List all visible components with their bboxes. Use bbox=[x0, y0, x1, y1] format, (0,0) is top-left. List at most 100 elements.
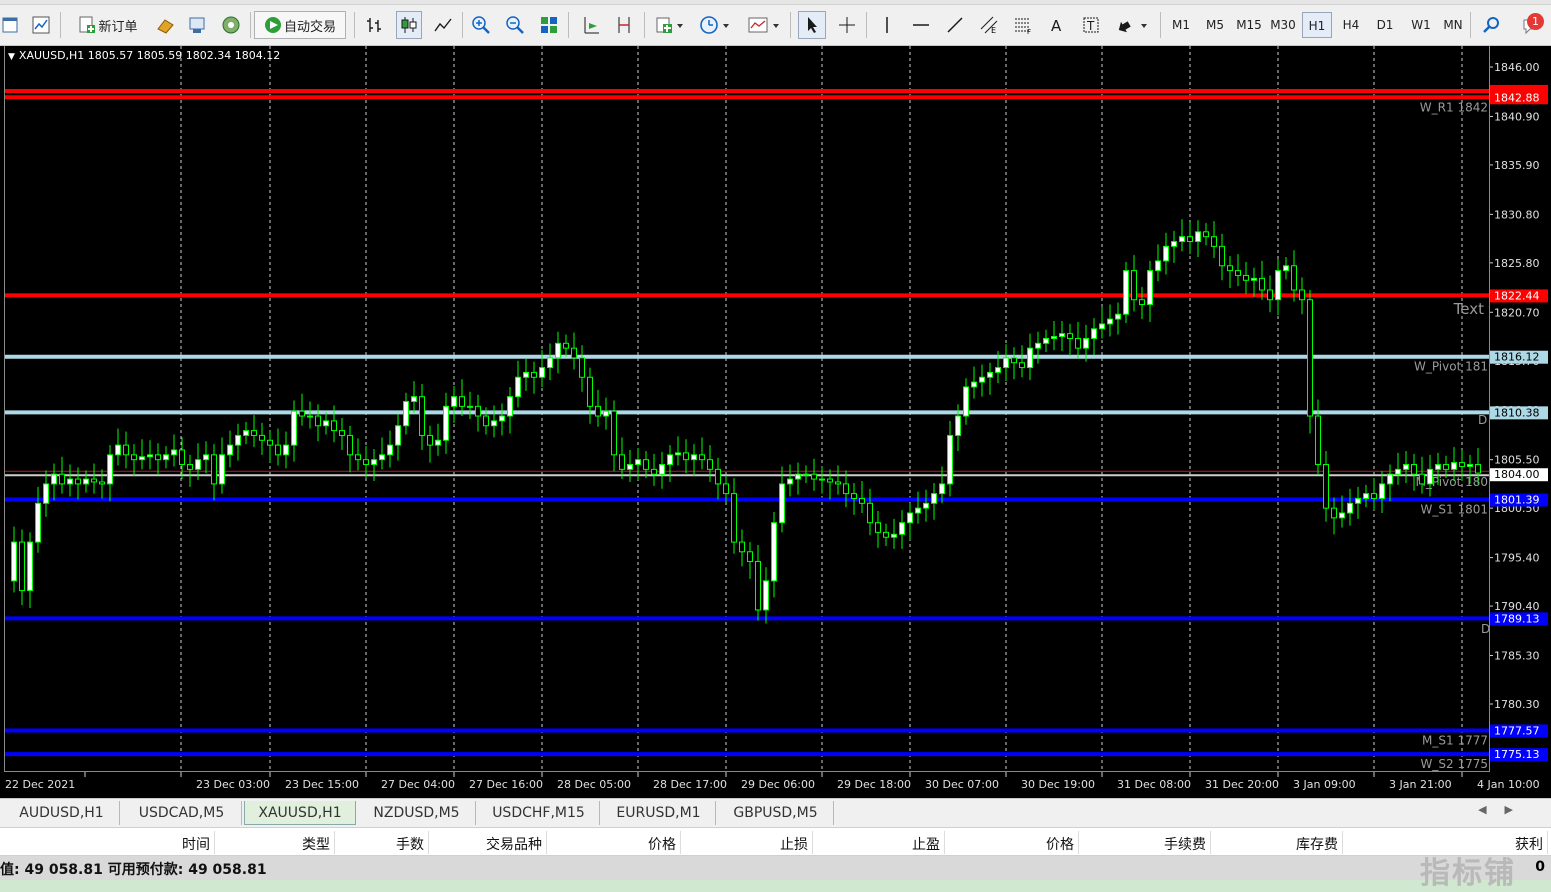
column-header[interactable]: 手数 bbox=[334, 834, 424, 854]
level-price-label: 1822.44 bbox=[1494, 289, 1540, 302]
text-tool-icon[interactable]: A bbox=[1044, 11, 1070, 39]
notification-badge: 1 bbox=[1527, 13, 1544, 30]
column-header[interactable]: 时间 bbox=[120, 834, 210, 854]
menu-strip bbox=[0, 0, 1551, 5]
channel-icon[interactable]: E bbox=[976, 11, 1002, 39]
column-divider bbox=[546, 831, 547, 854]
level-price-label: 1789.13 bbox=[1494, 612, 1540, 625]
symbol-quote: XAUUSD,H1 1805.57 1805.59 1802.34 1804.1… bbox=[18, 49, 281, 62]
chart-tab-usdcad-m5[interactable]: USDCAD,M5 bbox=[122, 801, 242, 825]
chart-tab-usdchf-m15[interactable]: USDCHF,M15 bbox=[478, 801, 600, 825]
watermark-logo: 指标铺 bbox=[1420, 856, 1516, 891]
time-tick-label: 29 Dec 06:00 bbox=[741, 778, 815, 791]
timeframe-h1[interactable]: H1 bbox=[1302, 12, 1332, 38]
auto-scroll-icon[interactable] bbox=[578, 11, 604, 39]
column-header[interactable]: 交易品种 bbox=[452, 834, 542, 854]
auto-trade-label: 自动交易 bbox=[283, 19, 336, 35]
timeframe-d1[interactable]: D1 bbox=[1370, 12, 1400, 38]
column-divider bbox=[1547, 831, 1548, 854]
arrows-dropdown[interactable] bbox=[1112, 11, 1152, 39]
price-tick-label: 1805.50 bbox=[1494, 454, 1540, 467]
time-tick-label: 30 Dec 07:00 bbox=[925, 778, 999, 791]
new-order-button[interactable]: 新订单 bbox=[70, 11, 146, 39]
time-tick-label: 4 Jan 10:00 bbox=[1477, 778, 1540, 791]
chart-tab-gbpusd-m5[interactable]: GBPUSD,M5 bbox=[718, 801, 834, 825]
fibonacci-icon[interactable]: F bbox=[1010, 11, 1036, 39]
column-header[interactable]: 手续费 bbox=[1116, 834, 1206, 854]
window-icon[interactable] bbox=[0, 11, 20, 39]
chart-tab-eurusd-m1[interactable]: EURUSD,M1 bbox=[602, 801, 716, 825]
column-header[interactable]: 价格 bbox=[586, 834, 676, 854]
price-chart[interactable]: W_R1 1842 W_Pivot 181 W_S1 1801 M_S1 1777 W_… bbox=[0, 46, 1551, 798]
clock-icon bbox=[700, 16, 729, 34]
navigator-icon[interactable] bbox=[218, 11, 244, 39]
column-divider bbox=[1210, 831, 1211, 854]
chart-tab-nzdusd-m5[interactable]: NZDUSD,M5 bbox=[358, 801, 476, 825]
timeframe-h4[interactable]: H4 bbox=[1336, 12, 1366, 38]
arrow-shapes-icon bbox=[1118, 21, 1147, 33]
crosshair-icon[interactable] bbox=[834, 11, 860, 39]
level-price-label: 1816.12 bbox=[1494, 351, 1540, 364]
bar-chart-icon[interactable] bbox=[362, 11, 388, 39]
price-tick-label: 1795.40 bbox=[1494, 552, 1540, 565]
level-price-label: 1842.88 bbox=[1494, 91, 1540, 104]
vertical-line-icon[interactable] bbox=[874, 11, 900, 39]
indicators-dropdown[interactable] bbox=[652, 11, 688, 39]
zoom-out-icon[interactable] bbox=[502, 11, 528, 39]
chart-tab-audusd-h1[interactable]: AUDUSD,H1 bbox=[4, 801, 120, 825]
indicators-icon bbox=[656, 17, 683, 33]
time-tick-label: 30 Dec 19:00 bbox=[1021, 778, 1095, 791]
column-divider bbox=[214, 831, 215, 854]
market-watch-icon[interactable] bbox=[152, 11, 178, 39]
column-header[interactable]: 库存费 bbox=[1248, 834, 1338, 854]
line-chart-icon[interactable] bbox=[430, 11, 456, 39]
time-tick-label: 27 Dec 16:00 bbox=[469, 778, 543, 791]
time-tick-label: 31 Dec 20:00 bbox=[1205, 778, 1279, 791]
column-header[interactable]: 类型 bbox=[240, 834, 330, 854]
cursor-icon[interactable] bbox=[798, 11, 826, 39]
timeframe-mn[interactable]: MN bbox=[1438, 12, 1468, 38]
level-price-label: 1801.39 bbox=[1494, 494, 1540, 507]
price-tick-label: 1846.00 bbox=[1494, 61, 1540, 74]
templates-dropdown[interactable] bbox=[744, 11, 784, 39]
time-tick-label: 3 Jan 21:00 bbox=[1389, 778, 1452, 791]
price-tick-label: 1780.30 bbox=[1494, 698, 1540, 711]
timeframe-m1[interactable]: M1 bbox=[1166, 12, 1196, 38]
timeframe-m30[interactable]: M30 bbox=[1268, 12, 1298, 38]
chart-menu-icon[interactable]: ▼ bbox=[8, 52, 15, 62]
time-tick-label: 23 Dec 03:00 bbox=[196, 778, 270, 791]
chart-shift-icon[interactable] bbox=[612, 11, 638, 39]
timeframe-m15[interactable]: M15 bbox=[1234, 12, 1264, 38]
time-tick-label: 29 Dec 18:00 bbox=[837, 778, 911, 791]
new-order-label: 新订单 bbox=[98, 19, 138, 35]
column-header[interactable]: 止损 bbox=[718, 834, 808, 854]
column-header[interactable]: 价格 bbox=[984, 834, 1074, 854]
search-icon[interactable] bbox=[1478, 11, 1504, 39]
profiles-icon[interactable] bbox=[28, 11, 54, 39]
time-tick-label: 28 Dec 05:00 bbox=[557, 778, 631, 791]
notifications-button[interactable]: 1 bbox=[1514, 11, 1548, 39]
zoom-in-icon[interactable] bbox=[468, 11, 494, 39]
chart-frame bbox=[4, 46, 1490, 772]
tile-windows-icon[interactable] bbox=[536, 11, 562, 39]
text-label-icon[interactable]: T bbox=[1078, 11, 1104, 39]
main-toolbar: 新订单 自动交易 E F A T M1 M5 M15 M30 H1 H4 D1 … bbox=[0, 0, 1551, 46]
chart-tab-xauusd-h1[interactable]: XAUUSD,H1 bbox=[244, 801, 356, 825]
symbol-info: ▼ XAUUSD,H1 1805.57 1805.59 1802.34 1804.… bbox=[8, 49, 280, 62]
svg-text:E: E bbox=[991, 26, 996, 35]
timeframe-m5[interactable]: M5 bbox=[1200, 12, 1230, 38]
price-tick-label: 1825.80 bbox=[1494, 257, 1540, 270]
level-price-label: 1810.38 bbox=[1494, 406, 1540, 419]
horizontal-line-icon[interactable] bbox=[908, 11, 934, 39]
auto-trade-button[interactable]: 自动交易 bbox=[254, 11, 346, 39]
time-tick-label: 27 Dec 04:00 bbox=[381, 778, 455, 791]
column-header[interactable]: 止盈 bbox=[850, 834, 940, 854]
trend-line-icon[interactable] bbox=[942, 11, 968, 39]
periods-dropdown[interactable] bbox=[696, 11, 734, 39]
timeframe-w1[interactable]: W1 bbox=[1406, 12, 1436, 38]
column-divider bbox=[1078, 831, 1079, 854]
tab-scroll-arrows[interactable]: ◀▶ bbox=[1478, 803, 1531, 816]
data-window-icon[interactable] bbox=[184, 11, 210, 39]
candlestick-chart-icon[interactable] bbox=[396, 11, 422, 39]
status-strip bbox=[0, 880, 1551, 892]
